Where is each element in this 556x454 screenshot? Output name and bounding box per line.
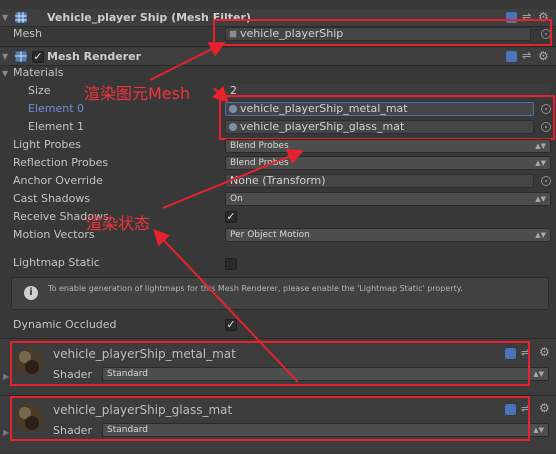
gear-icon[interactable]: ⚙ xyxy=(538,49,549,63)
reflection-probes-value: Blend Probes xyxy=(230,158,289,168)
foldout-arrow-icon[interactable]: ▼ xyxy=(2,13,8,22)
light-probes-dropdown[interactable]: Blend Probes ▲▼ xyxy=(225,139,551,153)
enabled-checkbox[interactable]: ✓ xyxy=(32,51,44,63)
info-text: To enable generation of lightmaps for th… xyxy=(48,284,463,293)
gear-icon[interactable]: ⚙ xyxy=(539,345,550,359)
element1-label: Element 1 xyxy=(28,120,85,133)
annotation-render-mesh: 渲染图元Mesh xyxy=(84,84,191,103)
highlight-materials xyxy=(219,95,555,140)
info-icon: i xyxy=(24,286,38,300)
dropdown-arrow-icon: ▲▼ xyxy=(535,159,546,167)
dropdown-arrow-icon: ▲▼ xyxy=(533,370,544,378)
motion-vectors-label: Motion Vectors xyxy=(13,228,95,241)
dynamic-occluded-checkbox[interactable]: ✓ xyxy=(225,319,237,331)
size-label: Size xyxy=(28,84,51,97)
motion-vectors-value: Per Object Motion xyxy=(230,230,310,240)
anchor-override-value: None (Transform) xyxy=(230,174,326,187)
anchor-override-label: Anchor Override xyxy=(13,174,103,187)
cast-shadows-label: Cast Shadows xyxy=(13,192,91,205)
help-icon[interactable] xyxy=(506,51,517,62)
light-probes-label: Light Probes xyxy=(13,138,81,151)
mesh-filter-icon xyxy=(14,11,28,24)
reflection-probes-dropdown[interactable]: Blend Probes ▲▼ xyxy=(225,156,551,170)
gear-icon[interactable]: ⚙ xyxy=(539,401,550,415)
lightmap-static-label: Lightmap Static xyxy=(13,256,100,269)
foldout-arrow-icon[interactable]: ▼ xyxy=(2,52,8,61)
motion-vectors-dropdown[interactable]: Per Object Motion ▲▼ xyxy=(225,228,551,242)
dynamic-occluded-label: Dynamic Occluded xyxy=(13,318,117,331)
divider xyxy=(0,46,556,47)
dropdown-arrow-icon: ▲▼ xyxy=(535,142,546,150)
mesh-renderer-header[interactable]: ▼ ✓ Mesh Renderer ⇌ ⚙ xyxy=(0,48,556,66)
highlight-material-glass xyxy=(10,396,530,441)
object-picker-icon[interactable] xyxy=(541,176,551,186)
materials-label: Materials xyxy=(13,66,64,79)
light-probes-value: Blend Probes xyxy=(230,141,289,151)
info-box: i To enable generation of lightmaps for … xyxy=(11,277,549,310)
dropdown-arrow-icon: ▲▼ xyxy=(535,195,546,203)
lightmap-static-checkbox[interactable] xyxy=(225,258,237,270)
highlight-mesh xyxy=(213,19,552,46)
mesh-renderer-title: Mesh Renderer xyxy=(47,50,142,63)
foldout-arrow-icon[interactable]: ▶ xyxy=(3,372,9,381)
element0-label: Element 0 xyxy=(28,102,85,115)
dropdown-arrow-icon: ▲▼ xyxy=(535,231,546,239)
highlight-material-metal xyxy=(10,341,530,386)
foldout-arrow-icon[interactable]: ▶ xyxy=(3,428,9,437)
cast-shadows-value: On xyxy=(230,194,243,204)
materials-foldout-icon[interactable]: ▼ xyxy=(2,69,8,78)
anchor-override-field[interactable]: None (Transform) xyxy=(225,174,534,188)
mesh-renderer-icon xyxy=(14,50,28,63)
cast-shadows-dropdown[interactable]: On ▲▼ xyxy=(225,192,551,206)
annotation-render-state: 渲染状态 xyxy=(86,214,151,233)
mesh-label: Mesh xyxy=(13,27,42,40)
reflection-probes-label: Reflection Probes xyxy=(13,156,109,169)
preset-icon[interactable]: ⇌ xyxy=(522,49,531,62)
dropdown-arrow-icon: ▲▼ xyxy=(533,426,544,434)
receive-shadows-checkbox[interactable]: ✓ xyxy=(225,211,237,223)
